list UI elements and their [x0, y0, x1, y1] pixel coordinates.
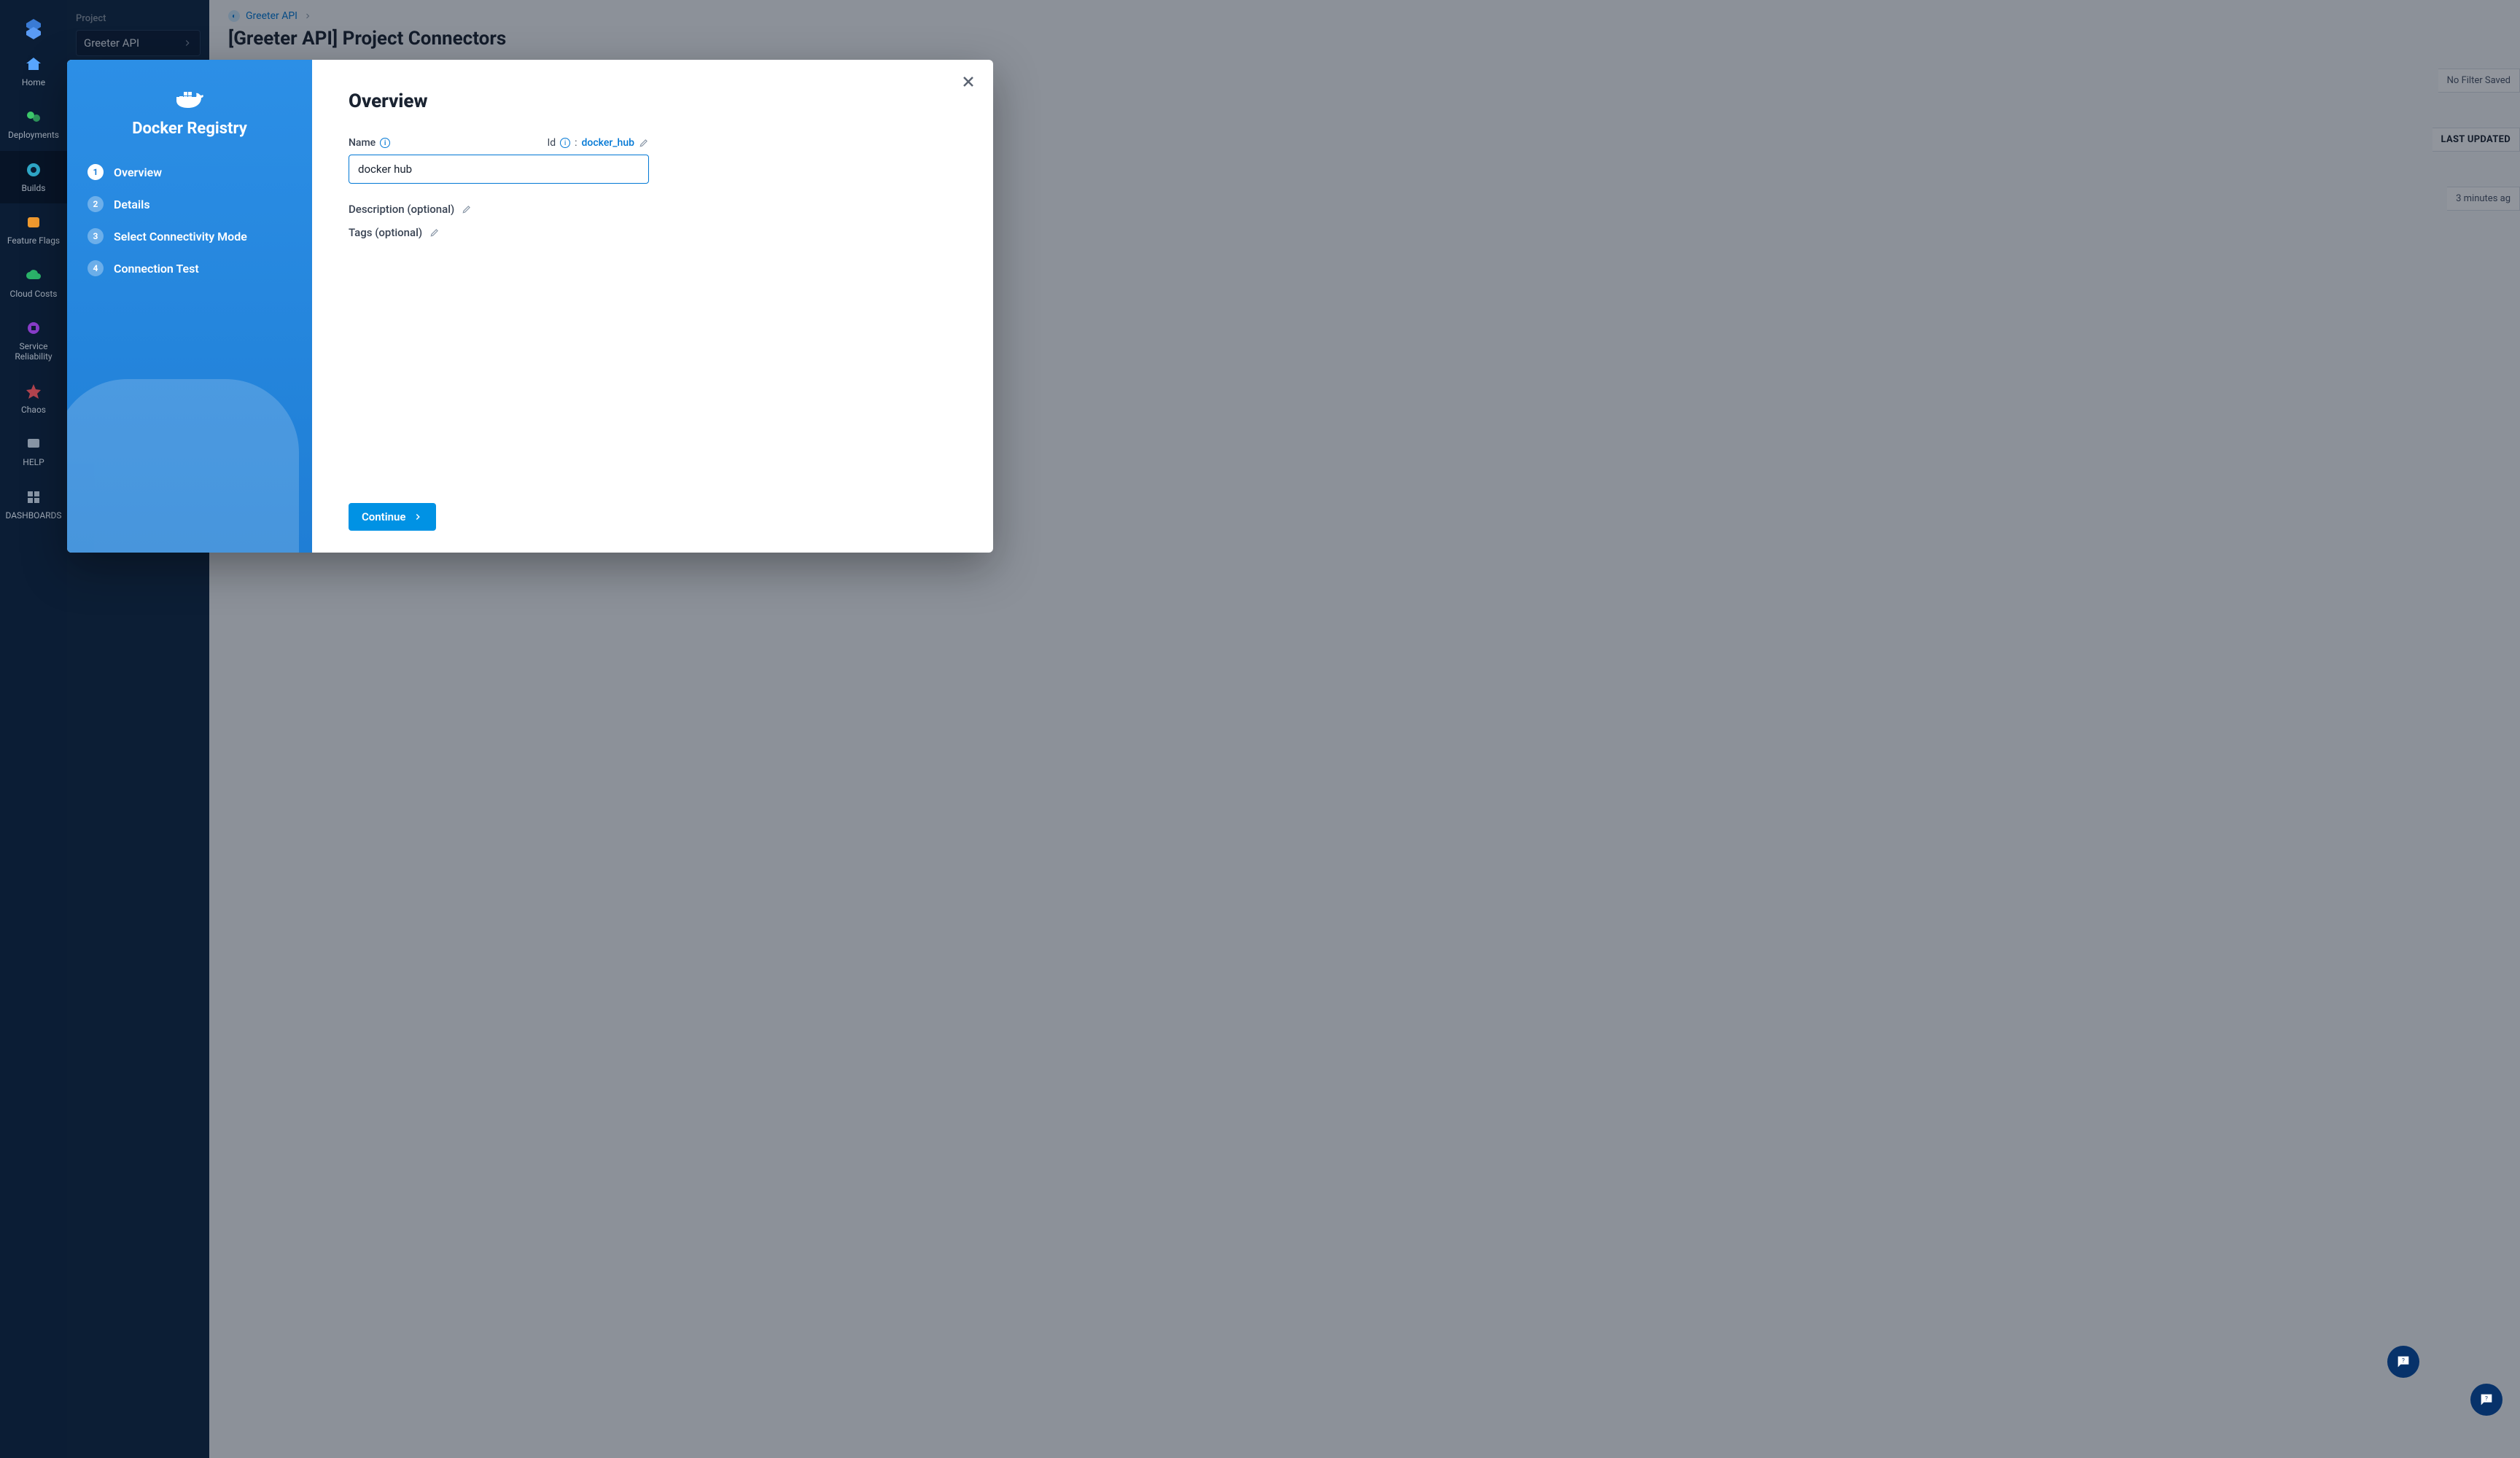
nav-chaos[interactable]: Chaos [0, 373, 67, 425]
nav-deployments[interactable]: Deployments [0, 98, 67, 150]
tags-label: Tags (optional) [349, 226, 422, 239]
deployments-icon [25, 108, 42, 125]
chevron-right-icon [413, 512, 423, 522]
name-input[interactable] [349, 155, 649, 184]
feature-flags-icon [25, 214, 42, 231]
step-label: Overview [114, 165, 162, 179]
tags-row[interactable]: Tags (optional) [349, 226, 957, 239]
close-icon [960, 73, 977, 90]
srm-icon [25, 319, 42, 337]
cloud-costs-icon [25, 267, 42, 284]
nav-deployments-label: Deployments [8, 130, 59, 140]
builds-icon [25, 161, 42, 179]
id-display: Id i : docker_hub [547, 137, 649, 149]
help-chat-button-secondary[interactable]: ? [2470, 1384, 2502, 1416]
help-chat-button[interactable]: ? [2387, 1346, 2419, 1378]
continue-label: Continue [362, 510, 405, 523]
modal-steps-panel: Docker Registry 1 Overview 2 Details 3 S… [67, 60, 312, 553]
id-value: docker_hub [582, 137, 634, 149]
step-label: Select Connectivity Mode [114, 230, 247, 243]
chaos-icon [25, 383, 42, 400]
edit-icon [462, 204, 472, 214]
nav-chaos-label: Chaos [21, 405, 46, 415]
nav-cc-label: Cloud Costs [10, 289, 58, 299]
decorative-shape [67, 348, 312, 553]
nav-help-label: HELP [23, 457, 44, 467]
description-row[interactable]: Description (optional) [349, 203, 957, 216]
modal-title: Docker Registry [88, 120, 292, 138]
step-number: 2 [88, 196, 104, 212]
connector-modal: Docker Registry 1 Overview 2 Details 3 S… [67, 60, 993, 553]
edit-icon [429, 227, 440, 238]
nav-feature-flags[interactable]: Feature Flags [0, 203, 67, 256]
modal-form-panel: Overview Name i Id i : docker_hub Descri… [312, 60, 993, 553]
main-nav-rail: Home Deployments Builds Feature Flags Cl… [0, 0, 67, 1458]
chat-icon: ? [2395, 1354, 2411, 1370]
info-icon[interactable]: i [560, 138, 570, 148]
step-label: Details [114, 198, 150, 211]
svg-text:?: ? [2485, 1395, 2488, 1403]
home-icon [25, 55, 42, 73]
step-label: Connection Test [114, 262, 199, 276]
nav-dashboards[interactable]: DASHBOARDS [0, 478, 67, 531]
description-label: Description (optional) [349, 203, 454, 216]
step-number: 3 [88, 228, 104, 244]
name-label: Name i [349, 137, 390, 149]
edit-icon[interactable] [639, 138, 649, 148]
nav-cloud-costs[interactable]: Cloud Costs [0, 257, 67, 309]
step-connection-test[interactable]: 4 Connection Test [88, 260, 292, 276]
help-icon [25, 435, 42, 453]
form-heading: Overview [349, 90, 957, 112]
nav-home-label: Home [22, 77, 45, 87]
nav-help[interactable]: HELP [0, 425, 67, 477]
step-connectivity[interactable]: 3 Select Connectivity Mode [88, 228, 292, 244]
nav-home[interactable]: Home [0, 45, 67, 98]
nav-dash-label: DASHBOARDS [5, 510, 61, 521]
info-icon[interactable]: i [380, 138, 390, 148]
dashboards-icon [25, 488, 42, 506]
chat-icon: ? [2478, 1392, 2494, 1408]
nav-builds-label: Builds [22, 183, 46, 193]
step-number: 4 [88, 260, 104, 276]
continue-button[interactable]: Continue [349, 503, 436, 531]
nav-srm-label: Service Reliability [0, 341, 67, 362]
nav-ff-label: Feature Flags [7, 235, 60, 246]
svg-text:?: ? [2402, 1357, 2405, 1365]
nav-builds[interactable]: Builds [0, 151, 67, 203]
step-overview[interactable]: 1 Overview [88, 164, 292, 180]
step-details[interactable]: 2 Details [88, 196, 292, 212]
nav-service-reliability[interactable]: Service Reliability [0, 309, 67, 373]
step-number: 1 [88, 164, 104, 180]
close-button[interactable] [960, 73, 977, 90]
app-logo[interactable] [0, 9, 67, 45]
docker-icon [88, 87, 292, 109]
